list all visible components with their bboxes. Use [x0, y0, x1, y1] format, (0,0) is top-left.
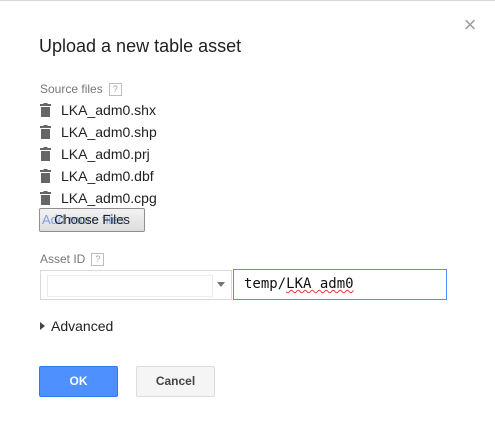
asset-folder-value: [47, 275, 213, 297]
trash-icon[interactable]: [40, 169, 51, 183]
source-file-list: LKA_adm0.shx LKA_adm0.shp LKA_adm0.prj L…: [40, 99, 157, 209]
asset-path-prefix: temp/: [244, 276, 287, 292]
dialog-top-border: [0, 0, 495, 1]
chevron-down-icon: [217, 282, 225, 287]
file-item: LKA_adm0.dbf: [40, 165, 157, 187]
help-icon[interactable]: ?: [108, 83, 122, 96]
advanced-toggle[interactable]: Advanced: [40, 318, 113, 334]
file-item: LKA_adm0.prj: [40, 143, 157, 165]
file-name: LKA_adm0.dbf: [61, 168, 154, 184]
trash-icon[interactable]: [40, 147, 51, 161]
trash-icon[interactable]: [40, 125, 51, 139]
choose-files-button[interactable]: Add more files Choose Files: [39, 208, 145, 232]
cancel-button[interactable]: Cancel: [136, 366, 215, 397]
file-name: LKA_adm0.shx: [61, 102, 156, 118]
ok-button[interactable]: OK: [39, 366, 118, 397]
source-files-label: Source files?: [40, 82, 122, 96]
file-name: LKA_adm0.prj: [61, 146, 150, 162]
asset-id-label: Asset ID?: [40, 252, 105, 266]
file-item: LKA_adm0.shp: [40, 121, 157, 143]
trash-icon[interactable]: [40, 191, 51, 205]
file-item: LKA_adm0.shx: [40, 99, 157, 121]
asset-id-label-text: Asset ID: [40, 252, 86, 266]
trash-icon[interactable]: [40, 103, 51, 117]
asset-path-name: LKA adm0: [286, 276, 354, 292]
advanced-label: Advanced: [51, 318, 114, 334]
asset-folder-select[interactable]: [40, 270, 232, 300]
file-name: LKA_adm0.cpg: [61, 190, 157, 206]
asset-id-input[interactable]: temp/LKA adm0: [233, 269, 447, 300]
file-name: LKA_adm0.shp: [61, 124, 157, 140]
choose-files-label: Choose Files: [54, 212, 130, 227]
help-icon[interactable]: ?: [91, 253, 105, 266]
close-icon[interactable]: ×: [461, 14, 479, 36]
dialog-title: Upload a new table asset: [39, 36, 242, 56]
source-files-label-text: Source files: [40, 82, 103, 96]
caret-right-icon: [40, 322, 45, 330]
file-item: LKA_adm0.cpg: [40, 187, 157, 209]
